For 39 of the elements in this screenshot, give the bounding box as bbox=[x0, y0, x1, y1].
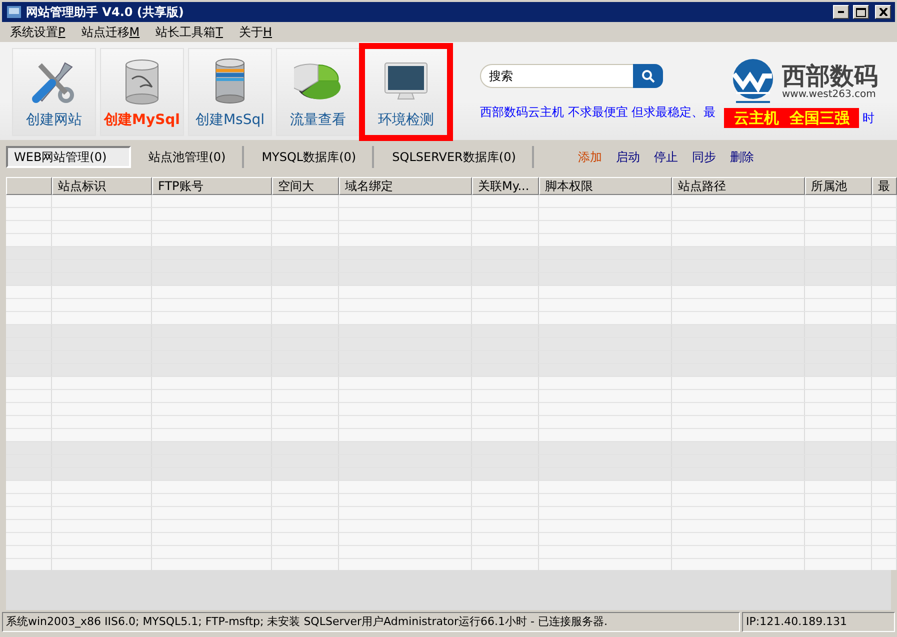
column-header[interactable]: 关联My... bbox=[472, 177, 539, 195]
marquee-text: 时 bbox=[862, 110, 874, 126]
column-header[interactable]: 域名绑定 bbox=[339, 177, 472, 195]
close-button[interactable] bbox=[875, 5, 891, 19]
maximize-icon bbox=[856, 8, 866, 16]
search-button[interactable] bbox=[633, 64, 663, 88]
minimize-icon bbox=[838, 11, 844, 13]
action-link[interactable]: 删除 bbox=[730, 148, 754, 166]
column-header[interactable] bbox=[6, 177, 52, 195]
status-text: 系统win2003_x86 IIS6.0; MYSQL5.1; FTP-msftp; 未安装 SQLServer用户Administrator运行66.1小时 - 已连接服务器. bbox=[2, 612, 740, 632]
column-header[interactable]: 站点标识 bbox=[52, 177, 152, 195]
toolbar-button[interactable]: 创建网站 bbox=[12, 48, 96, 136]
window-title: 网站管理助手 V4.0 (共享版) bbox=[26, 4, 185, 20]
search-icon bbox=[641, 69, 655, 83]
menu-item[interactable]: 系统设置P bbox=[10, 24, 66, 40]
search-field[interactable]: 搜索 bbox=[480, 64, 633, 88]
company-logo: 西部数码 www.west263.com bbox=[724, 58, 878, 104]
ip-status: IP:121.40.189.131 bbox=[742, 612, 895, 632]
marquee-text: 西部数码云主机 不求最便宜 但求最稳定、最 bbox=[480, 104, 717, 121]
action-link[interactable]: 同步 bbox=[692, 148, 716, 166]
column-header[interactable]: 站点路径 bbox=[672, 177, 805, 195]
app-icon bbox=[6, 4, 22, 20]
action-link[interactable]: 启动 bbox=[616, 148, 640, 166]
tab[interactable]: WEB网站管理(0) bbox=[6, 146, 131, 168]
menu-item[interactable]: 关于H bbox=[238, 24, 272, 40]
column-header[interactable]: 空间大 bbox=[272, 177, 339, 195]
close-icon bbox=[878, 8, 888, 16]
column-header[interactable]: 所属池 bbox=[805, 177, 872, 195]
toolbar-button[interactable]: 创建MsSql bbox=[188, 48, 272, 136]
minimize-button[interactable] bbox=[833, 5, 849, 19]
menu-item[interactable]: 站长工具箱T bbox=[156, 24, 223, 40]
promo-banner[interactable]: 云主机 全国三强 bbox=[724, 108, 860, 128]
action-link[interactable]: 停止 bbox=[654, 148, 678, 166]
toolbar-button[interactable]: 流量查看 bbox=[276, 48, 360, 136]
column-header[interactable]: FTP账号 bbox=[152, 177, 272, 195]
column-header[interactable]: 最 bbox=[872, 177, 897, 195]
menu-item[interactable]: 站点迁移M bbox=[81, 24, 140, 40]
maximize-button[interactable] bbox=[853, 5, 869, 19]
column-header[interactable]: 脚本权限 bbox=[539, 177, 672, 195]
